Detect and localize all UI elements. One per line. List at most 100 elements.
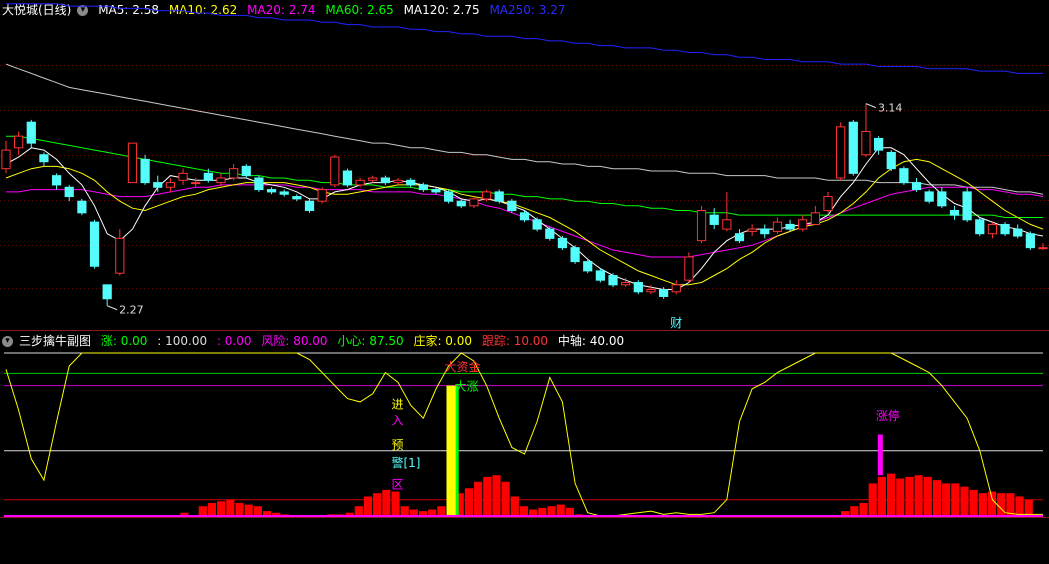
volume-bar bbox=[565, 507, 574, 516]
candle-body bbox=[380, 177, 391, 184]
candle-body bbox=[229, 168, 239, 179]
volume-bar bbox=[556, 504, 565, 516]
volume-bar bbox=[501, 481, 510, 516]
candle-body bbox=[216, 177, 226, 184]
rise-column bbox=[455, 385, 459, 516]
high-price-label: 3.14 bbox=[878, 102, 903, 115]
rise-signal-label: 大涨 bbox=[455, 378, 479, 393]
volume-bar bbox=[538, 507, 547, 516]
candle-body bbox=[709, 214, 719, 225]
candle-body bbox=[178, 172, 188, 181]
volume-bar bbox=[244, 504, 253, 516]
volume-bar bbox=[464, 488, 474, 516]
candle-body bbox=[747, 228, 757, 232]
candle-body bbox=[431, 189, 441, 193]
candle-body bbox=[570, 247, 580, 263]
candle-body bbox=[633, 282, 643, 293]
candle-body bbox=[545, 228, 555, 239]
ma60-line bbox=[6, 135, 1043, 218]
volume-bar bbox=[253, 506, 262, 516]
candle-body bbox=[987, 223, 998, 235]
candle-body bbox=[368, 177, 378, 181]
candle-body bbox=[89, 221, 100, 267]
limit-up-label: 涨停 bbox=[876, 408, 900, 423]
candle-body bbox=[557, 237, 568, 249]
volume-bar bbox=[400, 506, 409, 516]
candle-body bbox=[456, 200, 466, 207]
volume-bar bbox=[1015, 496, 1024, 516]
volume-bar bbox=[198, 506, 207, 516]
volume-bar bbox=[474, 481, 483, 516]
volume-bar bbox=[896, 478, 905, 516]
volume-bar bbox=[923, 476, 932, 516]
volume-bar bbox=[510, 496, 519, 516]
candle-body bbox=[317, 189, 327, 202]
candle-body bbox=[899, 168, 909, 184]
volume-bar bbox=[354, 506, 363, 516]
candle-body bbox=[836, 126, 846, 179]
candle-body bbox=[734, 233, 745, 242]
candle-body bbox=[760, 228, 770, 235]
volume-bar bbox=[363, 496, 373, 516]
candle-body bbox=[1038, 247, 1048, 250]
candle-body bbox=[962, 191, 972, 221]
volume-bar bbox=[226, 499, 235, 516]
volume-bar bbox=[951, 483, 960, 516]
big-fund-label: 大资金 bbox=[444, 359, 480, 374]
candle-body bbox=[266, 189, 277, 193]
candle-body bbox=[658, 288, 669, 297]
volume-bar bbox=[987, 491, 997, 516]
candle-body bbox=[532, 219, 542, 230]
candle-body bbox=[279, 191, 289, 195]
financial-report-marker[interactable]: 财 bbox=[670, 316, 682, 330]
candle-body bbox=[254, 177, 264, 191]
candle-body bbox=[507, 200, 517, 211]
candle-body bbox=[77, 200, 87, 214]
candle-body bbox=[671, 284, 681, 293]
volume-bar bbox=[217, 501, 226, 516]
candle-body bbox=[583, 261, 593, 272]
volume-bar bbox=[483, 476, 492, 516]
volume-bar bbox=[547, 506, 556, 516]
candle-body bbox=[418, 184, 428, 191]
candle-body bbox=[937, 191, 947, 207]
candle-body bbox=[873, 137, 884, 151]
candle-body bbox=[785, 223, 795, 230]
ma120-line bbox=[5, 63, 1044, 195]
candle-body bbox=[469, 198, 479, 207]
low-price-label: 2.27 bbox=[119, 304, 144, 317]
volume-bar bbox=[942, 483, 951, 516]
candle-body bbox=[861, 131, 871, 156]
candle-body bbox=[241, 165, 251, 177]
candle-body bbox=[115, 237, 125, 274]
candle-body bbox=[304, 200, 315, 211]
candle-body bbox=[810, 212, 820, 225]
candle-body bbox=[924, 191, 934, 202]
candle-body bbox=[140, 158, 150, 184]
candle-body bbox=[102, 284, 112, 300]
candle-body bbox=[1013, 228, 1023, 237]
zone-char: 入 bbox=[391, 414, 403, 428]
candle-body bbox=[14, 135, 24, 149]
candle-body bbox=[494, 191, 504, 202]
candle-body bbox=[26, 121, 36, 144]
candle-body bbox=[911, 182, 922, 191]
indicator-panel bbox=[4, 352, 1043, 517]
stock-chart[interactable]: 3.14 2.27 财 大资金 大涨 涨停 进 入 预 警[1] 区 bbox=[0, 0, 1049, 564]
volume-bar bbox=[1024, 499, 1033, 516]
volume-bar bbox=[859, 502, 868, 516]
candle-body bbox=[722, 219, 732, 230]
candle-body bbox=[772, 221, 783, 232]
candle-body bbox=[330, 156, 340, 186]
candle-body bbox=[595, 270, 605, 281]
candle-body bbox=[406, 179, 416, 186]
zone-char: 预 bbox=[391, 438, 403, 452]
candle-body bbox=[848, 121, 858, 174]
volume-bar bbox=[877, 476, 886, 516]
high-marker-line bbox=[865, 103, 877, 109]
candle-body bbox=[1000, 223, 1010, 235]
volume-bar bbox=[905, 476, 914, 516]
volume-bar bbox=[492, 475, 501, 516]
volume-bar bbox=[997, 493, 1006, 516]
chart-frame bbox=[0, 65, 1049, 518]
